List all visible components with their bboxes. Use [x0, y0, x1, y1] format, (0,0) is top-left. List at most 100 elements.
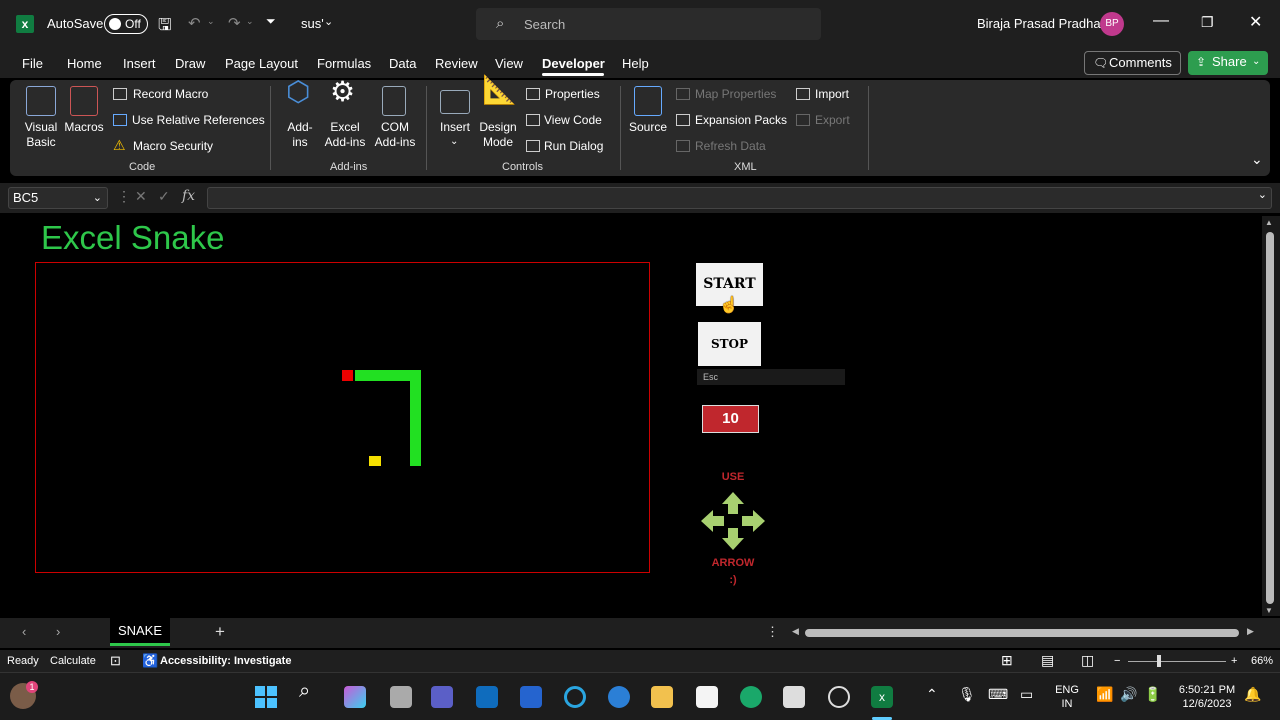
tray-chevron-icon[interactable]: ⌃ [926, 687, 938, 701]
normal-view-icon[interactable]: ⊞ [1001, 652, 1013, 669]
share-button[interactable]: ⇪ Share ⌄ [1188, 51, 1268, 75]
scroll-left-icon[interactable]: ◀ [792, 626, 799, 637]
sheet-tab-snake[interactable]: SNAKE [110, 618, 170, 646]
name-box-chevron-icon: ⌄ [92, 192, 102, 204]
insert-chevron-icon: ⌄ [450, 136, 459, 147]
tab-help[interactable]: Help [622, 56, 649, 71]
warning-icon: ⚠ [113, 137, 126, 153]
more-options-icon[interactable]: ⋮ [766, 624, 779, 640]
enter-icon[interactable]: ✓ [158, 188, 170, 205]
undo-dropdown-icon[interactable]: ⌄ [207, 16, 215, 27]
tab-formulas[interactable]: Formulas [317, 56, 371, 71]
tab-review[interactable]: Review [435, 56, 478, 71]
ribbon-separator [270, 86, 271, 170]
wifi-icon[interactable]: 📶 [1096, 687, 1113, 701]
customize-toolbar-icon[interactable]: ⏷ [266, 14, 276, 29]
tab-file[interactable]: File [22, 56, 43, 71]
next-sheet-icon[interactable]: › [56, 624, 60, 639]
zoom-slider-thumb[interactable] [1157, 655, 1161, 667]
horizontal-scroll-thumb[interactable] [805, 629, 1239, 637]
xml-group-label: XML [734, 161, 757, 173]
outlook-icon[interactable] [476, 686, 498, 708]
scroll-down-icon[interactable]: ▼ [1265, 606, 1273, 615]
cancel-icon[interactable]: ✕ [135, 188, 147, 205]
code-group-label: Code [129, 161, 156, 173]
tab-developer[interactable]: Developer [542, 56, 605, 71]
zoom-out-icon[interactable]: − [1114, 655, 1120, 667]
zoom-level[interactable]: 66% [1251, 655, 1273, 667]
scroll-right-icon[interactable]: ▶ [1247, 626, 1254, 637]
autosave-toggle[interactable]: Off [104, 14, 148, 34]
redo-icon[interactable]: ↷ [228, 14, 241, 32]
tab-view[interactable]: View [495, 56, 523, 71]
tab-page-layout[interactable]: Page Layout [225, 56, 298, 71]
tab-insert[interactable]: Insert [123, 56, 156, 71]
accessibility-status[interactable]: Accessibility: Investigate [160, 655, 291, 667]
insert-function-icon[interactable]: fx [182, 188, 195, 204]
battery-icon[interactable]: 🔋 [1144, 687, 1161, 701]
name-box[interactable]: BC5 ⌄ [8, 187, 108, 209]
vertical-scroll-thumb[interactable] [1266, 232, 1274, 604]
file-explorer-icon[interactable] [651, 686, 673, 708]
filename-chevron-icon[interactable]: ⌄ [324, 15, 333, 28]
search-box[interactable]: ⌕ Search [476, 8, 821, 40]
scroll-up-icon[interactable]: ▲ [1265, 218, 1273, 227]
restore-icon[interactable]: ❐ [1201, 14, 1214, 31]
game-board [35, 262, 650, 573]
page-layout-view-icon[interactable]: ▤ [1041, 652, 1054, 669]
snake-segment [410, 381, 421, 392]
file-name[interactable]: sus' [301, 16, 324, 31]
ribbon-collapse-icon[interactable]: ⌄ [1251, 152, 1263, 167]
edge-beta-icon[interactable] [608, 686, 630, 708]
edge-icon[interactable] [740, 686, 762, 708]
language-indicator[interactable]: ENG IN [1052, 683, 1082, 711]
copilot-icon[interactable] [344, 686, 366, 708]
cortana-icon[interactable] [564, 686, 586, 708]
store-icon[interactable] [696, 686, 718, 708]
expansion-packs-icon [676, 114, 690, 126]
save-icon[interactable]: 🖫 [158, 14, 172, 41]
search-taskbar-icon[interactable]: ⌕ [299, 681, 310, 701]
autosave-label: AutoSave [47, 16, 104, 31]
excel-taskbar-icon[interactable]: x [871, 686, 893, 708]
macro-recording-icon[interactable]: ⊡ [110, 653, 121, 669]
keyboard-icon[interactable]: ⌨ [988, 687, 1008, 701]
formula-input[interactable]: ⌄ [207, 187, 1272, 209]
clock[interactable]: 6:50:21 PM 12/6/2023 [1172, 683, 1242, 711]
minimize-icon[interactable]: — [1153, 12, 1169, 30]
volume-icon[interactable]: 🔊 [1120, 687, 1137, 701]
status-bar: Ready Calculate ⊡ ♿ Accessibility: Inves… [0, 650, 1280, 672]
avatar[interactable]: BP [1100, 12, 1124, 36]
tab-data[interactable]: Data [389, 56, 416, 71]
snipping-tool-icon[interactable] [783, 686, 805, 708]
page-break-view-icon[interactable]: ◫ [1081, 652, 1094, 669]
zoom-slider[interactable] [1128, 661, 1226, 662]
todo-icon[interactable] [520, 686, 542, 708]
bell-icon[interactable]: 🔔 [1244, 687, 1261, 701]
tab-home[interactable]: Home [67, 56, 102, 71]
stop-button[interactable]: STOP [698, 322, 761, 366]
zoom-in-icon[interactable]: + [1231, 655, 1237, 667]
obs-icon[interactable] [828, 686, 850, 708]
user-name[interactable]: Biraja Prasad Pradhan [977, 16, 1108, 31]
name-box-value: BC5 [13, 190, 39, 205]
microphone-icon[interactable]: 🎙 [958, 687, 976, 701]
close-icon[interactable]: ✕ [1249, 12, 1262, 32]
ribbon: Visual Basic Macros Record Macro Use Rel… [10, 76, 1270, 176]
map-properties-label: Map Properties [695, 87, 777, 101]
com-addins-icon [382, 86, 406, 116]
ribbon-separator [868, 86, 869, 170]
redo-dropdown-icon[interactable]: ⌄ [246, 16, 254, 27]
calculate-button[interactable]: Calculate [50, 655, 96, 667]
tab-draw[interactable]: Draw [175, 56, 205, 71]
macros-label: Macros [64, 120, 104, 134]
display-icon[interactable]: ▭ [1020, 687, 1033, 701]
comments-button[interactable]: 🗨 Comments [1084, 51, 1181, 75]
windows-start-icon[interactable] [255, 686, 277, 708]
task-view-icon[interactable] [390, 686, 412, 708]
prev-sheet-icon[interactable]: ‹ [22, 624, 26, 639]
source-label: Source [628, 120, 668, 134]
add-sheet-icon[interactable]: + [215, 622, 225, 642]
teams-icon[interactable] [431, 686, 453, 708]
undo-icon[interactable]: ↶ [188, 14, 201, 32]
